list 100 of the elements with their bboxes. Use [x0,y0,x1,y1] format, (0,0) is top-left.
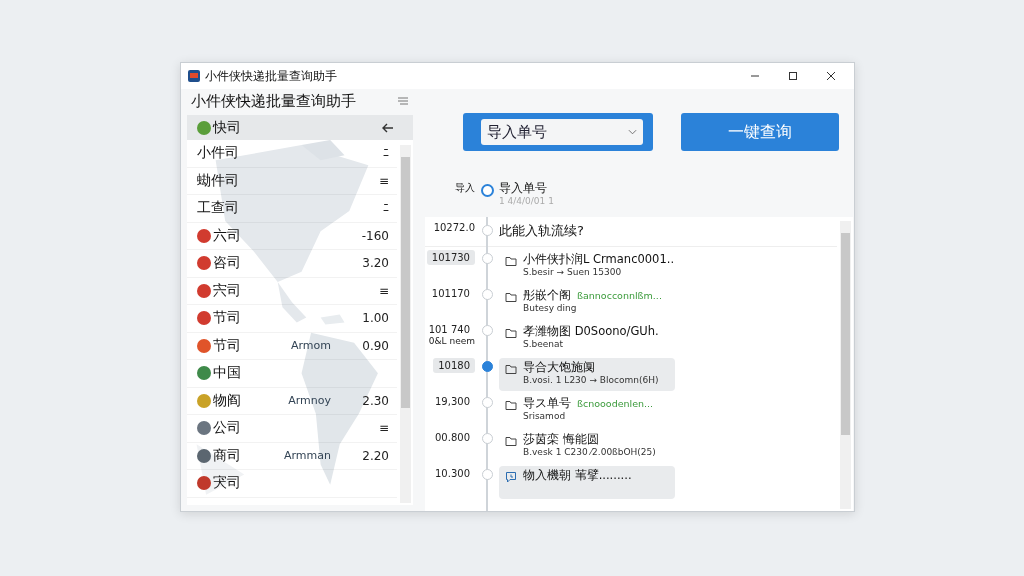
list-header-label: 快司 [213,118,241,137]
company-name: 宊司 [213,474,241,493]
company-value: ﾆ [383,146,389,161]
timeline-dot[interactable] [481,289,493,300]
company-name: 咨司 [213,254,241,273]
entry-subtitle: S.besir → Suen 15300 [523,267,623,277]
folder-icon [505,435,517,447]
folder-icon [505,399,517,411]
company-name: 工查司 [197,199,239,218]
company-row[interactable]: 六司 -160 [187,222,397,250]
scrollbar[interactable] [400,145,411,503]
timeline-time: 101170 [430,287,471,301]
timeline-time: 10.300 [434,467,471,481]
company-row[interactable]: 咨司 3.20 [187,250,397,278]
timeline-entry[interactable]: 彤嵌个阁 ßannocconnlßm... Butesy ding [499,286,675,319]
company-value: 1.00 [362,311,389,326]
entry-title: 小件侠扑润L Crmanc0001.. [523,252,675,267]
entry-title: 彤嵌个阁 [523,288,571,303]
timeline-time: 00.800 [434,431,471,445]
close-icon[interactable] [826,71,836,81]
timeline-time: 10180 [433,358,475,373]
folder-icon [505,291,517,303]
company-value: 2.20 [362,448,389,463]
company-value: 3.20 [362,256,389,271]
timeline-entry[interactable]: 莎茵栾 悔能圆 B.vesk 1 C230 ⁄2.00ßbOH(25) [499,430,675,463]
company-value: 0.90 [362,338,389,353]
entry-title: 物入機朝 苇擘......... [523,468,632,483]
company-name: 商司 [213,446,241,465]
chat-icon [505,471,517,483]
company-name: 小件司 [197,144,239,163]
list-header[interactable]: 快司 [187,115,413,140]
timeline-title: 导入单号 [499,181,548,196]
timeline-dot[interactable] [481,469,493,480]
company-row[interactable]: 节司 1.00 [187,305,397,333]
company-row[interactable]: 物阎 Armnoy 2.30 [187,387,397,415]
folder-icon [505,255,517,267]
timeline-time: 101 740 [427,323,471,337]
timeline-dot[interactable] [481,433,493,444]
timeline-entry[interactable]: 导ス单号 ßcnooodenlen... Srisamod [499,394,675,427]
timeline-dot[interactable] [481,361,493,372]
query-button[interactable]: 一键查询 [681,113,839,151]
company-row[interactable]: 公司 ≡ [187,415,397,443]
entry-subtitle: Butesy ding [523,303,578,313]
company-name: 宍司 [213,281,241,300]
timeline-entry[interactable]: 小件侠扑润L Crmanc0001.. S.besir → Suen 15300 [499,250,681,283]
timeline-entry[interactable]: 导合大饱施阒 B.vosi. 1 L230 → Blocomn(6H) [499,358,675,391]
timeline-time: 10272.0 [433,222,475,233]
scrollbar[interactable] [840,221,851,509]
company-name: 物阎 [213,391,241,410]
company-note: Armman [284,449,331,463]
company-value: -160 [361,228,389,243]
company-value: ≡ [378,173,389,188]
company-value: ≡ [378,283,389,298]
company-name: 节司 [213,336,241,355]
company-row[interactable]: 中国 [187,360,397,388]
company-value: ﾆ [383,201,389,216]
entry-subtitle: B.vesk 1 C230 ⁄2.00ßbOH(25) [523,447,656,457]
company-name: 公司 [213,419,241,438]
company-row[interactable]: 宍司 ≡ [187,277,397,305]
folder-icon [505,327,517,339]
timeline-time-note: 0&L neem [428,337,475,346]
timeline-entry[interactable]: 孝潍物图 D0Soono/GUh. S.beenat [499,322,675,355]
timeline-dot[interactable] [481,397,493,408]
company-note: Armnoy [288,394,331,408]
entry-note: ßcnooodenlen... [577,398,654,409]
entry-title: 孝潍物图 D0Soono/GUh. [523,324,659,339]
timeline-dot[interactable] [481,325,493,336]
menu-icon[interactable] [397,97,409,105]
company-name: 中国 [213,364,241,383]
app-title: 小件侠快递批量查询助手 [191,91,356,111]
company-row[interactable]: 工查司 ﾆ [187,195,397,223]
dropdown-value: 导入单号 [487,122,547,142]
timeline-time: 101730 [426,250,475,265]
timeline-dot [480,184,494,197]
timeline-dot[interactable] [481,253,493,264]
caret-icon [628,129,637,135]
entry-title: 导ス单号 [523,396,571,411]
entry-note: ßannocconnlßm... [577,290,662,301]
entry-subtitle: S.beenat [523,339,565,349]
company-row[interactable]: 小件司 ﾆ [187,140,397,168]
back-arrow-icon[interactable] [381,121,395,134]
timeline-subtitle: 1 4/4/0/01 1 [499,196,554,206]
entry-subtitle: B.vosi. 1 L230 → Blocomn(6H) [523,375,659,385]
company-row[interactable]: 商司 Armman 2.20 [187,442,397,470]
timeline-entry[interactable]: 物入機朝 苇擘......... [499,466,675,499]
timeline-time: 19,300 [434,395,471,409]
timeline-label: 导入 [455,181,475,195]
company-row[interactable]: 蜐件司 ≡ [187,167,397,195]
company-name: 蜐件司 [197,171,239,190]
app-icon [187,69,201,83]
entry-title: 导合大饱施阒 [523,360,595,375]
company-value: ≡ [378,421,389,436]
import-dropdown[interactable]: 导入单号 [463,113,653,151]
maximize-icon[interactable] [788,71,798,81]
company-name: 节司 [213,309,241,328]
timeline-dot [481,225,493,236]
entry-title: 莎茵栾 悔能圆 [523,432,599,447]
timeline-title: 此能入轨流续? [499,222,584,240]
company-row[interactable]: 宊司 [187,470,397,498]
company-row[interactable]: 节司 Armom 0.90 [187,332,397,360]
